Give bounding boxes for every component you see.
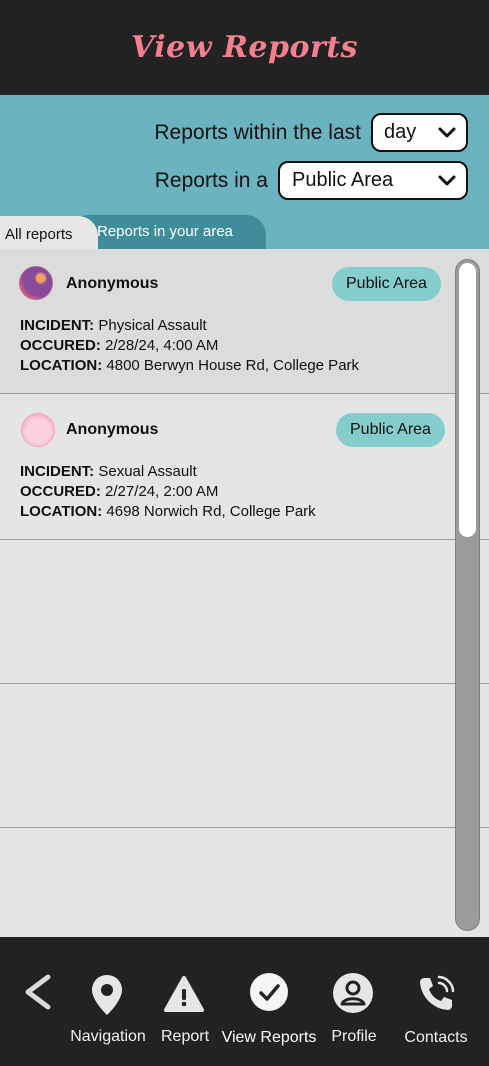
occured-value: 2/28/24, 4:00 AM xyxy=(105,337,219,354)
location-value: Public Area xyxy=(292,169,394,191)
nav-item-profile[interactable]: Profile xyxy=(328,967,380,1057)
nav-label: Profile xyxy=(331,1028,377,1045)
report-card[interactable]: Anonymous Public Area INCIDENT: Physical… xyxy=(0,249,489,394)
nav-item-contacts[interactable]: Contacts xyxy=(400,967,472,1057)
check-circle-icon xyxy=(250,973,288,1011)
nav-item-report[interactable]: Report xyxy=(160,967,210,1057)
reporter-name: Anonymous xyxy=(66,421,159,438)
report-details: INCIDENT: Physical Assault OCCURED: 2/28… xyxy=(20,316,359,376)
incident-value: Sexual Assault xyxy=(98,463,197,480)
timeframe-value: day xyxy=(384,121,417,143)
timeframe-filter: Reports within the last day xyxy=(154,113,468,152)
reporter-name: Anonymous xyxy=(66,275,159,292)
bottom-navigation: Navigation Report View Reports Profile C… xyxy=(0,937,489,1066)
nav-label: Contacts xyxy=(404,1029,468,1046)
empty-report-row xyxy=(0,539,489,684)
location-label: Reports in a xyxy=(154,168,268,192)
nav-label: Report xyxy=(160,1028,210,1045)
occured-label: OCCURED: xyxy=(20,483,101,500)
report-list[interactable]: Anonymous Public Area INCIDENT: Physical… xyxy=(0,249,489,937)
empty-report-row xyxy=(0,683,489,828)
avatar xyxy=(21,413,55,447)
back-chevron-icon xyxy=(25,974,51,1010)
nav-label: View Reports xyxy=(221,1029,317,1046)
scrollbar-track[interactable] xyxy=(455,259,480,931)
report-tabs: Reports in your area All reports xyxy=(0,214,489,249)
occured-value: 2/27/24, 2:00 AM xyxy=(105,483,219,500)
location-type-badge: Public Area xyxy=(336,413,445,447)
page-title: View Reports xyxy=(130,30,359,65)
location-value: 4698 Norwich Rd, College Park xyxy=(106,503,316,520)
chevron-down-icon xyxy=(438,127,456,137)
user-icon xyxy=(333,973,373,1013)
tab-all-reports[interactable]: All reports xyxy=(0,216,98,249)
location-label: LOCATION: xyxy=(20,357,103,374)
app-header: View Reports xyxy=(0,0,489,95)
warning-icon xyxy=(164,976,204,1012)
timeframe-select[interactable]: day xyxy=(371,113,468,152)
location-label: LOCATION: xyxy=(20,503,103,520)
nav-item-navigation[interactable]: Navigation xyxy=(70,967,146,1057)
chevron-down-icon xyxy=(438,175,456,185)
location-value: 4800 Berwyn House Rd, College Park xyxy=(106,357,360,374)
location-type-badge: Public Area xyxy=(332,267,441,301)
nav-back[interactable] xyxy=(20,972,60,1012)
report-card[interactable]: Anonymous Public Area INCIDENT: Sexual A… xyxy=(0,395,489,540)
timeframe-label: Reports within the last xyxy=(154,120,361,144)
incident-value: Physical Assault xyxy=(98,317,207,334)
nav-item-view-reports[interactable]: View Reports xyxy=(222,967,318,1057)
occured-label: OCCURED: xyxy=(20,337,101,354)
phone-icon xyxy=(420,975,455,1010)
tab-reports-in-your-area[interactable]: Reports in your area xyxy=(70,215,266,249)
incident-label: INCIDENT: xyxy=(20,317,95,334)
map-pin-icon xyxy=(92,975,122,1015)
nav-label: Navigation xyxy=(70,1028,146,1045)
incident-label: INCIDENT: xyxy=(20,463,95,480)
report-details: INCIDENT: Sexual Assault OCCURED: 2/27/2… xyxy=(20,462,316,522)
filter-panel: Reports within the last day Reports in a… xyxy=(0,95,489,249)
avatar xyxy=(19,266,53,300)
location-filter: Reports in a Public Area xyxy=(155,161,468,200)
location-select[interactable]: Public Area xyxy=(278,161,468,200)
scrollbar-thumb[interactable] xyxy=(459,263,476,537)
